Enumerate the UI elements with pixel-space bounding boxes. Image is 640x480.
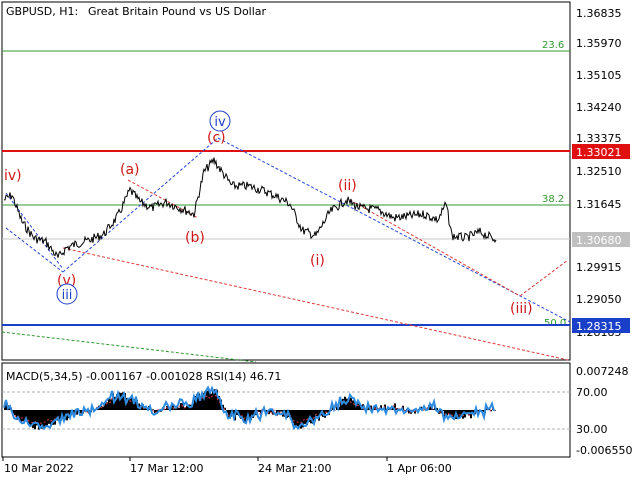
macd-bar: [294, 410, 296, 426]
time-axis[interactable]: 10 Mar 2022 17 Mar 12:00 24 Mar 21:00 1 …: [2, 457, 452, 475]
macd-bar: [108, 398, 110, 410]
indicator-label: MACD(5,34,5) -0.001167 -0.001028 RSI(14)…: [6, 370, 281, 383]
indicator-axis-top: 0.007248: [576, 365, 629, 378]
price-tick: 1.29050: [576, 293, 622, 306]
fib-50-label: 50.0: [544, 318, 566, 329]
wave-label-iv-circle: iv: [214, 115, 226, 130]
macd-bar: [34, 410, 36, 430]
macd-bar: [352, 400, 354, 410]
main-chart-frame: [1, 1, 571, 361]
macd-bar: [280, 410, 282, 412]
resistance-badge-text: 1.33021: [576, 146, 622, 159]
macd-bar: [44, 410, 46, 428]
wave-label-iv-left: iv): [4, 168, 22, 184]
time-tick: 10 Mar 2022: [4, 462, 74, 475]
macd-bar: [296, 410, 298, 427]
macd-bar: [102, 406, 104, 410]
symbol-timeframe: GBPUSD, H1:: [6, 5, 78, 18]
indicator-axis-30: 30.00: [576, 423, 608, 436]
wave-label-ii: (ii): [338, 178, 357, 194]
fib-38-2-label: 38.2: [542, 194, 564, 205]
macd-bar: [452, 410, 454, 418]
macd-bar: [304, 410, 306, 424]
wave-label-c: (c): [207, 130, 226, 146]
price-tick: 1.34240: [576, 101, 622, 114]
instrument-name: Great Britain Pound vs US Dollar: [88, 5, 267, 18]
price-tick: 1.33375: [576, 132, 622, 145]
macd-bar: [458, 410, 460, 418]
wave-label-a: (a): [120, 162, 140, 178]
wave-label-i: (i): [310, 253, 325, 269]
wave-label-iii-circle: iii: [62, 288, 73, 303]
macd-bar: [48, 410, 50, 424]
macd-bar: [14, 410, 16, 416]
time-tick: 24 Mar 21:00: [258, 462, 331, 475]
macd-bar: [350, 397, 352, 410]
macd-bar: [316, 410, 318, 417]
macd-bar: [46, 410, 48, 427]
fib-23-6-label: 23.6: [542, 40, 564, 51]
chart-window[interactable]: GBPUSD, H1: Great Britain Pound vs US Do…: [0, 0, 640, 480]
support-badge-text: 1.28315: [576, 320, 622, 333]
price-tick: 1.32510: [576, 165, 622, 178]
macd-bar: [54, 410, 56, 425]
macd-bar: [144, 408, 146, 410]
indicator-axis-bottom: -0.006550: [576, 444, 632, 457]
indicator-axis-70: 70.00: [576, 386, 608, 399]
time-tick: 1 Apr 06:00: [387, 462, 452, 475]
wave-label-iii-small: (iii): [510, 301, 533, 317]
price-tick: 1.35105: [576, 69, 622, 82]
wave-label-b: (b): [185, 230, 205, 246]
macd-bar: [22, 410, 24, 422]
macd-bar: [206, 390, 208, 410]
price-tick: 1.36835: [576, 7, 622, 20]
time-tick: 17 Mar 12:00: [130, 462, 203, 475]
price-axis[interactable]: 1.36835 1.35970 1.35105 1.34240 1.33375 …: [576, 7, 622, 339]
price-tick: 1.31645: [576, 198, 622, 211]
price-tick: 1.35970: [576, 37, 622, 50]
macd-bar: [178, 407, 180, 410]
current-price-badge-text: 1.30680: [576, 234, 622, 247]
macd-bar: [180, 403, 182, 410]
macd-bar: [110, 399, 112, 410]
price-tick: 1.29915: [576, 261, 622, 274]
